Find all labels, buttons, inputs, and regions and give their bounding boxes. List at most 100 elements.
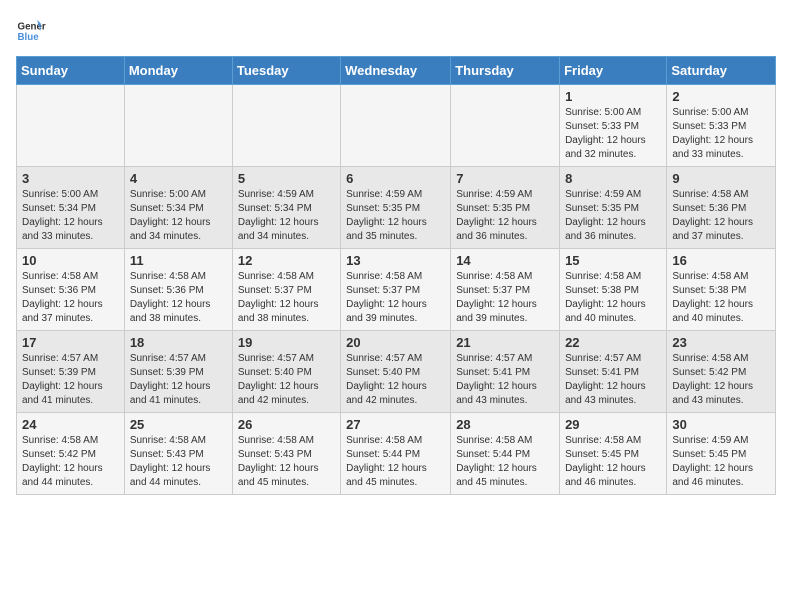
calendar-cell: 21Sunrise: 4:57 AM Sunset: 5:41 PM Dayli… <box>451 331 560 413</box>
calendar-cell: 14 Sunrise: 4:58 AM Sunset: 5:37 PM Dayli… <box>451 249 560 331</box>
day-number: 21 <box>456 335 554 350</box>
day-number: 23 <box>672 335 770 350</box>
calendar-cell: 18 Sunrise: 4:57 AM Sunset: 5:39 PM Dayli… <box>124 331 232 413</box>
calendar-cell: 9Sunrise: 4:58 AM Sunset: 5:36 PM Daylig… <box>667 167 776 249</box>
day-info: Sunrise: 4:58 AM Sunset: 5:44 PM Dayligh… <box>346 434 445 490</box>
day-number: 24 <box>22 417 119 432</box>
day-number: 3 <box>22 171 119 186</box>
day-number: 16 <box>672 253 770 268</box>
page-header: General Blue <box>16 16 776 46</box>
calendar-cell <box>341 85 451 167</box>
calendar-cell: 1 Sunrise: 5:00 AM Sunset: 5:33 PM Daylig… <box>560 85 667 167</box>
calendar-cell: 28 Sunrise: 4:58 AM Sunset: 5:44 PM Dayli… <box>451 413 560 495</box>
day-info: Sunrise: 4:59 AM Sunset: 5:34 PM Dayligh… <box>238 188 335 244</box>
day-number: 26 <box>238 417 335 432</box>
day-info: Sunrise: 4:57 AM Sunset: 5:40 PM Dayligh… <box>238 352 335 408</box>
day-number: 13 <box>346 253 445 268</box>
svg-text:Blue: Blue <box>18 32 40 43</box>
day-info: Sunrise: 4:59 AM Sunset: 5:35 PM Dayligh… <box>456 188 554 244</box>
logo: General Blue <box>16 16 46 46</box>
calendar-cell: 16 Sunrise: 4:58 AM Sunset: 5:38 PM Dayli… <box>667 249 776 331</box>
day-number: 25 <box>130 417 227 432</box>
calendar-cell <box>451 85 560 167</box>
day-info: Sunrise: 4:58 AM Sunset: 5:42 PM Dayligh… <box>22 434 119 490</box>
day-info: Sunrise: 4:59 AM Sunset: 5:35 PM Dayligh… <box>565 188 661 244</box>
calendar-cell: 27 Sunrise: 4:58 AM Sunset: 5:44 PM Dayli… <box>341 413 451 495</box>
day-info: Sunrise: 4:59 AM Sunset: 5:45 PM Dayligh… <box>672 434 770 490</box>
day-number: 12 <box>238 253 335 268</box>
day-info: Sunrise: 4:58 AM Sunset: 5:43 PM Dayligh… <box>238 434 335 490</box>
day-number: 10 <box>22 253 119 268</box>
day-info: Sunrise: 4:58 AM Sunset: 5:38 PM Dayligh… <box>672 270 770 326</box>
day-number: 15 <box>565 253 661 268</box>
day-info: Sunrise: 4:58 AM Sunset: 5:42 PM Dayligh… <box>672 352 770 408</box>
calendar-cell: 12 Sunrise: 4:58 AM Sunset: 5:37 PM Dayli… <box>232 249 340 331</box>
calendar-body: 1 Sunrise: 5:00 AM Sunset: 5:33 PM Daylig… <box>17 85 776 495</box>
calendar-cell: 22 Sunrise: 4:57 AM Sunset: 5:41 PM Dayli… <box>560 331 667 413</box>
day-number: 30 <box>672 417 770 432</box>
calendar-week-row: 17 Sunrise: 4:57 AM Sunset: 5:39 PM Dayli… <box>17 331 776 413</box>
day-number: 28 <box>456 417 554 432</box>
weekday-header: Wednesday <box>341 57 451 85</box>
day-number: 5 <box>238 171 335 186</box>
day-info: Sunrise: 5:00 AM Sunset: 5:34 PM Dayligh… <box>130 188 227 244</box>
calendar-cell: 17 Sunrise: 4:57 AM Sunset: 5:39 PM Dayli… <box>17 331 125 413</box>
calendar-cell: 10 Sunrise: 4:58 AM Sunset: 5:36 PM Dayli… <box>17 249 125 331</box>
day-info: Sunrise: 5:00 AM Sunset: 5:34 PM Dayligh… <box>22 188 119 244</box>
calendar-cell <box>232 85 340 167</box>
calendar-cell: 20 Sunrise: 4:57 AM Sunset: 5:40 PM Dayli… <box>341 331 451 413</box>
day-number: 19 <box>238 335 335 350</box>
day-number: 14 <box>456 253 554 268</box>
calendar-cell: 3 Sunrise: 5:00 AM Sunset: 5:34 PM Daylig… <box>17 167 125 249</box>
calendar-cell: 11 Sunrise: 4:58 AM Sunset: 5:36 PM Dayli… <box>124 249 232 331</box>
calendar-cell: 23 Sunrise: 4:58 AM Sunset: 5:42 PM Dayli… <box>667 331 776 413</box>
day-info: Sunrise: 4:58 AM Sunset: 5:36 PM Dayligh… <box>672 188 770 244</box>
day-number: 1 <box>565 89 661 104</box>
calendar-cell: 4 Sunrise: 5:00 AM Sunset: 5:34 PM Daylig… <box>124 167 232 249</box>
weekday-header: Friday <box>560 57 667 85</box>
day-number: 20 <box>346 335 445 350</box>
weekday-header: Saturday <box>667 57 776 85</box>
calendar-cell: 8Sunrise: 4:59 AM Sunset: 5:35 PM Daylig… <box>560 167 667 249</box>
calendar-cell: 25Sunrise: 4:58 AM Sunset: 5:43 PM Dayli… <box>124 413 232 495</box>
calendar-cell: 15 Sunrise: 4:58 AM Sunset: 5:38 PM Dayli… <box>560 249 667 331</box>
day-info: Sunrise: 4:57 AM Sunset: 5:39 PM Dayligh… <box>130 352 227 408</box>
calendar-cell: 24 Sunrise: 4:58 AM Sunset: 5:42 PM Dayli… <box>17 413 125 495</box>
calendar-cell: 30 Sunrise: 4:59 AM Sunset: 5:45 PM Dayli… <box>667 413 776 495</box>
day-info: Sunrise: 5:00 AM Sunset: 5:33 PM Dayligh… <box>672 106 770 162</box>
day-info: Sunrise: 4:58 AM Sunset: 5:36 PM Dayligh… <box>130 270 227 326</box>
calendar-cell: 6 Sunrise: 4:59 AM Sunset: 5:35 PM Daylig… <box>341 167 451 249</box>
day-info: Sunrise: 4:58 AM Sunset: 5:37 PM Dayligh… <box>238 270 335 326</box>
day-info: Sunrise: 4:58 AM Sunset: 5:37 PM Dayligh… <box>456 270 554 326</box>
day-number: 27 <box>346 417 445 432</box>
day-info: Sunrise: 4:57 AM Sunset: 5:41 PM Dayligh… <box>565 352 661 408</box>
day-number: 7 <box>456 171 554 186</box>
calendar-cell <box>124 85 232 167</box>
day-number: 18 <box>130 335 227 350</box>
day-info: Sunrise: 4:57 AM Sunset: 5:40 PM Dayligh… <box>346 352 445 408</box>
weekday-header: Sunday <box>17 57 125 85</box>
day-info: Sunrise: 4:58 AM Sunset: 5:38 PM Dayligh… <box>565 270 661 326</box>
day-number: 6 <box>346 171 445 186</box>
calendar-week-row: 1 Sunrise: 5:00 AM Sunset: 5:33 PM Daylig… <box>17 85 776 167</box>
day-info: Sunrise: 5:00 AM Sunset: 5:33 PM Dayligh… <box>565 106 661 162</box>
day-number: 22 <box>565 335 661 350</box>
calendar-cell: 5 Sunrise: 4:59 AM Sunset: 5:34 PM Daylig… <box>232 167 340 249</box>
weekday-header: Thursday <box>451 57 560 85</box>
day-info: Sunrise: 4:58 AM Sunset: 5:44 PM Dayligh… <box>456 434 554 490</box>
calendar-cell: 2 Sunrise: 5:00 AM Sunset: 5:33 PM Daylig… <box>667 85 776 167</box>
day-info: Sunrise: 4:59 AM Sunset: 5:35 PM Dayligh… <box>346 188 445 244</box>
day-number: 11 <box>130 253 227 268</box>
calendar-cell: 29Sunrise: 4:58 AM Sunset: 5:45 PM Dayli… <box>560 413 667 495</box>
calendar-cell: 26 Sunrise: 4:58 AM Sunset: 5:43 PM Dayli… <box>232 413 340 495</box>
day-info: Sunrise: 4:58 AM Sunset: 5:36 PM Dayligh… <box>22 270 119 326</box>
calendar-week-row: 10 Sunrise: 4:58 AM Sunset: 5:36 PM Dayli… <box>17 249 776 331</box>
day-number: 2 <box>672 89 770 104</box>
day-info: Sunrise: 4:57 AM Sunset: 5:39 PM Dayligh… <box>22 352 119 408</box>
day-number: 4 <box>130 171 227 186</box>
weekday-header: Monday <box>124 57 232 85</box>
day-number: 17 <box>22 335 119 350</box>
day-number: 29 <box>565 417 661 432</box>
calendar-table: SundayMondayTuesdayWednesdayThursdayFrid… <box>16 56 776 495</box>
calendar-cell: 19 Sunrise: 4:57 AM Sunset: 5:40 PM Dayli… <box>232 331 340 413</box>
